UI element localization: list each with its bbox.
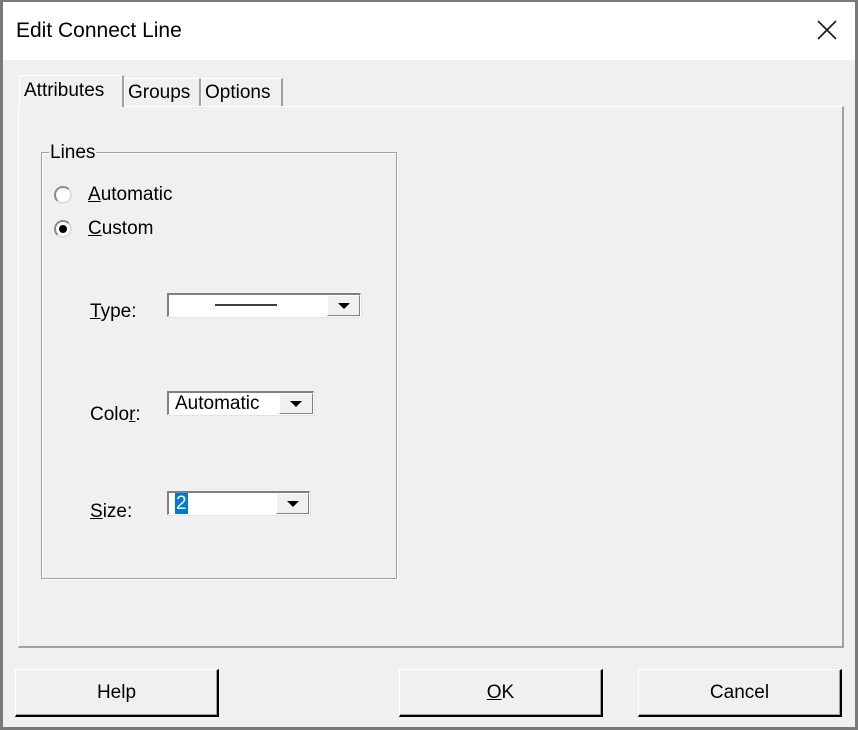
type-dropdown-button[interactable] xyxy=(327,295,360,316)
size-selected-text: 2 xyxy=(175,493,188,514)
color-value: Automatic xyxy=(175,393,260,414)
lines-groupbox: Lines Automatic Custom Type: Color: Auto… xyxy=(41,142,397,579)
title-bar: Edit Connect Line xyxy=(3,2,855,60)
lines-group-label: Lines xyxy=(49,142,97,164)
ok-button[interactable]: OK xyxy=(399,669,603,717)
chevron-down-icon xyxy=(337,302,350,309)
edit-connect-line-dialog: Edit Connect Line Attributes Groups Opti… xyxy=(0,0,858,730)
chevron-down-icon xyxy=(286,500,299,507)
mnemonic: A xyxy=(88,184,101,205)
attributes-panel: Lines Automatic Custom Type: Color: Auto… xyxy=(18,106,844,648)
radio-checked-icon[interactable] xyxy=(54,220,72,238)
radio-dot xyxy=(59,225,67,233)
size-dropdown-button[interactable] xyxy=(276,493,309,514)
label-rest: : xyxy=(135,404,141,425)
label-rest: ustom xyxy=(101,218,154,239)
chevron-down-icon xyxy=(290,400,302,407)
color-dropdown-button[interactable] xyxy=(279,393,313,414)
mnemonic: O xyxy=(486,681,502,703)
tab-groups[interactable]: Groups xyxy=(124,78,201,106)
radio-custom-label: Custom xyxy=(88,218,153,240)
mnemonic: S xyxy=(90,501,103,522)
size-combobox[interactable]: 2 xyxy=(167,491,310,515)
size-value[interactable]: 2 xyxy=(175,493,188,515)
color-label: Color: xyxy=(90,404,141,426)
help-button[interactable]: Help xyxy=(15,669,219,717)
radio-unchecked-icon[interactable] xyxy=(54,186,72,204)
size-label: Size: xyxy=(90,501,132,523)
tab-attributes[interactable]: Attributes xyxy=(19,75,124,107)
radio-custom[interactable]: Custom xyxy=(54,218,153,240)
label-rest: utomatic xyxy=(100,184,173,205)
type-label: Type: xyxy=(90,301,136,323)
mnemonic: C xyxy=(88,218,102,239)
radio-automatic-label: Automatic xyxy=(88,184,173,206)
dialog-title: Edit Connect Line xyxy=(16,19,182,42)
close-icon xyxy=(817,20,837,40)
type-combobox[interactable] xyxy=(167,293,361,317)
tab-options[interactable]: Options xyxy=(201,78,283,106)
radio-automatic[interactable]: Automatic xyxy=(54,184,173,206)
label-rest: ize: xyxy=(102,501,133,522)
label-rest: K xyxy=(501,681,515,703)
label-rest: ype: xyxy=(100,301,137,322)
solid-line-style-icon xyxy=(215,304,277,306)
color-combobox[interactable]: Automatic xyxy=(167,391,314,415)
close-button[interactable] xyxy=(799,2,855,58)
label-start: Colo xyxy=(90,404,130,425)
mnemonic: T xyxy=(90,301,101,322)
cancel-button[interactable]: Cancel xyxy=(638,669,842,717)
